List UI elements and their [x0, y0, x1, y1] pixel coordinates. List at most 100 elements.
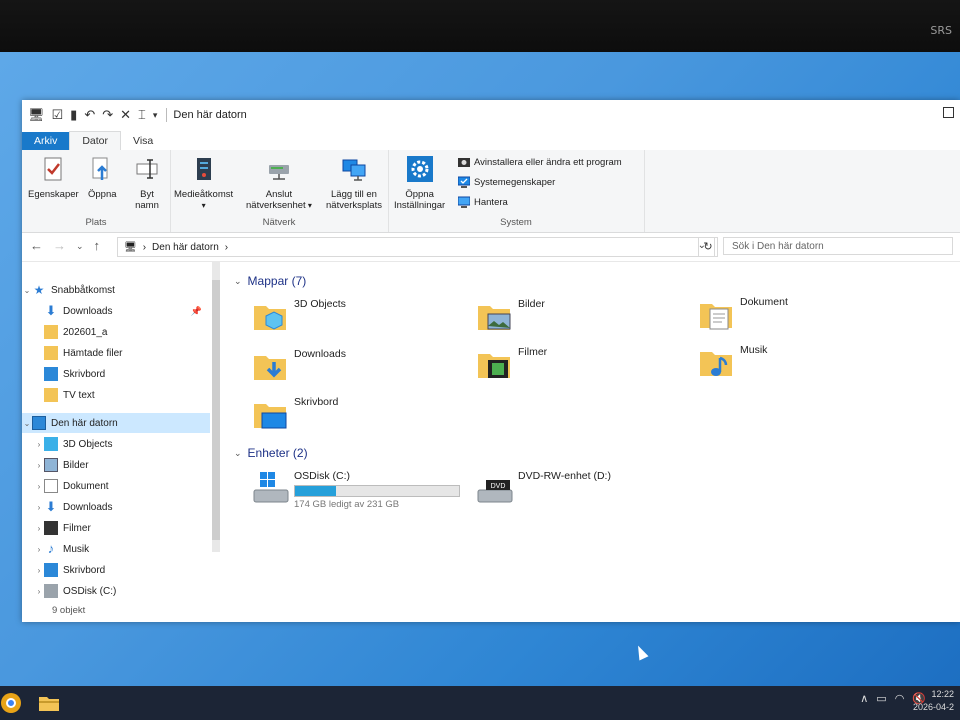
- folder-tile[interactable]: 3D Objects: [252, 298, 346, 334]
- add-network-location-label-1: Lägg till en: [331, 189, 377, 200]
- drive-d-tile[interactable]: DVD DVD-RW-enhet (D:): [474, 470, 611, 506]
- group-plats-label: Plats: [85, 217, 107, 228]
- bezel-logo: SRS: [930, 24, 952, 37]
- nav-quick-tv-text[interactable]: TV text: [22, 385, 210, 405]
- properties-button[interactable]: Egenskaper: [28, 156, 79, 200]
- rename-qa-icon[interactable]: ⌶: [138, 107, 146, 123]
- window-title: Den här datorn: [173, 109, 247, 121]
- nav-scrollbar[interactable]: [212, 262, 220, 552]
- rename-label-1: Byt: [140, 189, 154, 200]
- search-input[interactable]: Sök i Den här datorn: [723, 237, 953, 255]
- folder-downloads-label: Downloads: [294, 348, 346, 360]
- folder-tile[interactable]: Skrivbord: [252, 396, 338, 432]
- recent-locations-chevron-icon[interactable]: ⌄: [76, 238, 84, 255]
- folder-videos-label: Filmer: [518, 346, 548, 358]
- open-icon: [92, 157, 108, 180]
- redo-icon[interactable]: ↷: [102, 107, 113, 123]
- refresh-button[interactable]: ↻: [698, 237, 718, 257]
- breadcrumb-this-pc[interactable]: Den här datorn: [152, 242, 219, 253]
- expand-arrow-icon[interactable]: ›: [34, 566, 44, 575]
- add-network-location-button[interactable]: Lägg till en nätverksplats: [326, 156, 382, 211]
- folder-tile[interactable]: Bilder: [476, 298, 545, 334]
- status-bar-item-count: 9 objekt: [52, 605, 86, 616]
- drive-c-tile[interactable]: OSDisk (C:) 174 GB ledigt av 231 GB: [250, 470, 460, 510]
- undo-icon[interactable]: ↶: [84, 107, 95, 123]
- nav-pc-3d-objects[interactable]: › 3D Objects: [22, 434, 210, 454]
- tray-overflow-chevron-icon[interactable]: ∧: [860, 692, 868, 705]
- nav-quick-skrivbord-label: Skrivbord: [63, 368, 106, 380]
- expand-chevron-icon[interactable]: ⌄: [22, 419, 32, 428]
- expand-arrow-icon[interactable]: ›: [34, 524, 44, 533]
- breadcrumb-chevron-2-icon[interactable]: ›: [225, 242, 228, 253]
- breadcrumb-chevron-icon[interactable]: ›: [143, 242, 146, 253]
- battery-icon[interactable]: ▭: [876, 692, 886, 705]
- tab-dator[interactable]: Dator: [69, 131, 122, 150]
- expand-arrow-icon[interactable]: ›: [34, 461, 44, 470]
- forward-arrow-icon[interactable]: →: [53, 238, 66, 255]
- map-network-drive-label-1: Anslut: [265, 189, 293, 200]
- media-access-button[interactable]: Medieåtkomst ▾: [174, 156, 233, 211]
- tab-visa[interactable]: Visa: [121, 132, 165, 150]
- manage-button[interactable]: Hantera: [458, 196, 508, 208]
- folder-tile[interactable]: Downloads: [252, 348, 346, 384]
- new-folder-qa-icon[interactable]: ▮: [70, 107, 77, 123]
- folder-tile[interactable]: Dokument: [698, 296, 788, 332]
- qa-dropdown-icon[interactable]: ▾: [153, 110, 158, 121]
- drive-c-usage-bar: [294, 485, 460, 497]
- expand-chevron-icon[interactable]: ⌄: [22, 286, 32, 295]
- expand-arrow-icon[interactable]: ›: [34, 503, 44, 512]
- maximize-button[interactable]: [943, 107, 954, 118]
- nav-quick-downloads[interactable]: ⬇ Downloads 📌: [22, 301, 210, 321]
- nav-pc-osdisk[interactable]: › OSDisk (C:): [22, 581, 210, 601]
- open-button[interactable]: Öppna: [88, 156, 117, 200]
- section-folders-header[interactable]: ⌄ Mappar (7): [234, 274, 306, 288]
- address-box[interactable]: 🖥 › Den här datorn › ⌄: [117, 237, 715, 257]
- pin-icon[interactable]: 📌: [191, 306, 202, 317]
- nav-pc-filmer-label: Filmer: [63, 522, 91, 534]
- title-separator: [166, 108, 168, 122]
- nav-pc-dokument[interactable]: › Dokument: [22, 476, 210, 496]
- section-devices-header[interactable]: ⌄ Enheter (2): [234, 446, 308, 460]
- nav-this-pc-label: Den här datorn: [51, 417, 118, 429]
- tab-arkiv[interactable]: Arkiv: [22, 132, 70, 150]
- uninstall-program-button[interactable]: Avinstallera eller ändra ett program: [458, 156, 622, 168]
- collapse-chevron-icon[interactable]: ⌄: [234, 276, 242, 287]
- open-settings-button[interactable]: Öppna Inställningar: [394, 156, 445, 211]
- collapse-chevron-icon[interactable]: ⌄: [234, 448, 242, 459]
- expand-arrow-icon[interactable]: ›: [34, 482, 44, 491]
- nav-quick-202601-a[interactable]: 202601_a: [22, 322, 210, 342]
- delete-icon[interactable]: ✕: [120, 107, 131, 123]
- folder-pictures-icon: [478, 306, 511, 330]
- file-explorer-taskbar-icon[interactable]: [38, 692, 60, 714]
- computer-icon: 🖥: [28, 107, 45, 122]
- nav-quick-access[interactable]: ⌄ ★ Snabbåtkomst: [22, 280, 210, 300]
- rename-button[interactable]: Byt namn: [134, 156, 160, 211]
- nav-quick-downloads-label: Downloads: [63, 305, 113, 317]
- expand-arrow-icon[interactable]: ›: [34, 587, 44, 596]
- system-properties-button[interactable]: Systemegenskaper: [458, 176, 555, 188]
- nav-pc-musik[interactable]: › ♪ Musik: [22, 539, 210, 559]
- expand-arrow-icon[interactable]: ›: [34, 440, 44, 449]
- nav-quick-hamtade-filer[interactable]: Hämtade filer: [22, 343, 210, 363]
- chrome-icon[interactable]: [0, 692, 22, 714]
- nav-pc-filmer[interactable]: › Filmer: [22, 518, 210, 538]
- media-access-dropdown-icon: ▾: [201, 201, 206, 210]
- nav-this-pc[interactable]: ⌄ Den här datorn: [22, 413, 210, 433]
- folder-tile[interactable]: Filmer: [476, 346, 547, 382]
- up-arrow-icon[interactable]: ↑: [94, 238, 101, 255]
- back-arrow-icon[interactable]: ←: [30, 238, 43, 255]
- expand-arrow-icon[interactable]: ›: [34, 545, 44, 554]
- nav-pc-skrivbord[interactable]: › Skrivbord: [22, 560, 210, 580]
- address-bar-row: ← → ⌄ ↑ 🖥 › Den här datorn › ⌄ ↻ Sök i D…: [22, 233, 960, 262]
- folder-tile[interactable]: Musik: [698, 344, 767, 380]
- nav-pc-bilder[interactable]: › Bilder: [22, 455, 210, 475]
- computer-icon: [32, 416, 46, 430]
- nav-pc-downloads[interactable]: › ⬇ Downloads: [22, 497, 210, 517]
- properties-qa-icon[interactable]: ☑: [52, 107, 64, 123]
- wifi-icon[interactable]: ◠: [895, 692, 905, 705]
- map-network-drive-button[interactable]: Anslut nätverksenhet ▾: [246, 156, 312, 211]
- folder-documents-label: Dokument: [740, 296, 788, 308]
- taskbar-clock[interactable]: 12:22 2026-04-2: [913, 688, 954, 714]
- nav-scrollbar-thumb[interactable]: [212, 280, 220, 540]
- nav-quick-skrivbord[interactable]: Skrivbord: [22, 364, 210, 384]
